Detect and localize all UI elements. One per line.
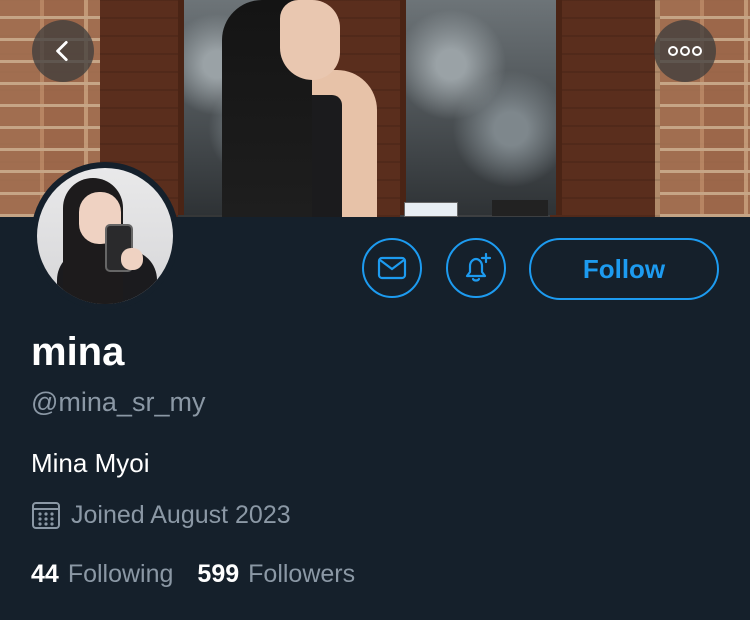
- more-horizontal-icon: [668, 46, 702, 56]
- display-name: mina: [31, 330, 125, 374]
- following-count: 44: [31, 560, 59, 588]
- banner-sign-dark: [492, 200, 548, 216]
- bio: Mina Myoi: [31, 448, 150, 478]
- chevron-left-icon: [56, 40, 68, 62]
- back-button[interactable]: [32, 20, 94, 82]
- follow-stats: 44 Following 599 Followers: [31, 560, 355, 589]
- follow-button[interactable]: Follow: [529, 238, 719, 300]
- avatar[interactable]: [31, 162, 179, 310]
- message-button[interactable]: [362, 238, 422, 298]
- banner-person: [222, 0, 382, 217]
- following-link[interactable]: 44 Following: [31, 560, 173, 589]
- more-options-button[interactable]: [654, 20, 716, 82]
- notify-button[interactable]: [446, 238, 506, 298]
- following-label: Following: [67, 560, 174, 588]
- bell-plus-icon: [465, 252, 492, 282]
- join-date: Joined August 2023: [31, 500, 291, 530]
- calendar-icon: [32, 502, 60, 529]
- followers-link[interactable]: 599 Followers: [197, 560, 355, 589]
- envelope-icon: [377, 256, 407, 280]
- followers-label: Followers: [248, 560, 356, 588]
- join-date-text: Joined August 2023: [71, 500, 291, 529]
- banner-door-glass-right: [400, 0, 562, 215]
- avatar-image: [37, 168, 173, 304]
- user-handle: @mina_sr_my: [31, 387, 206, 417]
- banner-sign: [404, 202, 458, 217]
- followers-count: 599: [197, 560, 240, 588]
